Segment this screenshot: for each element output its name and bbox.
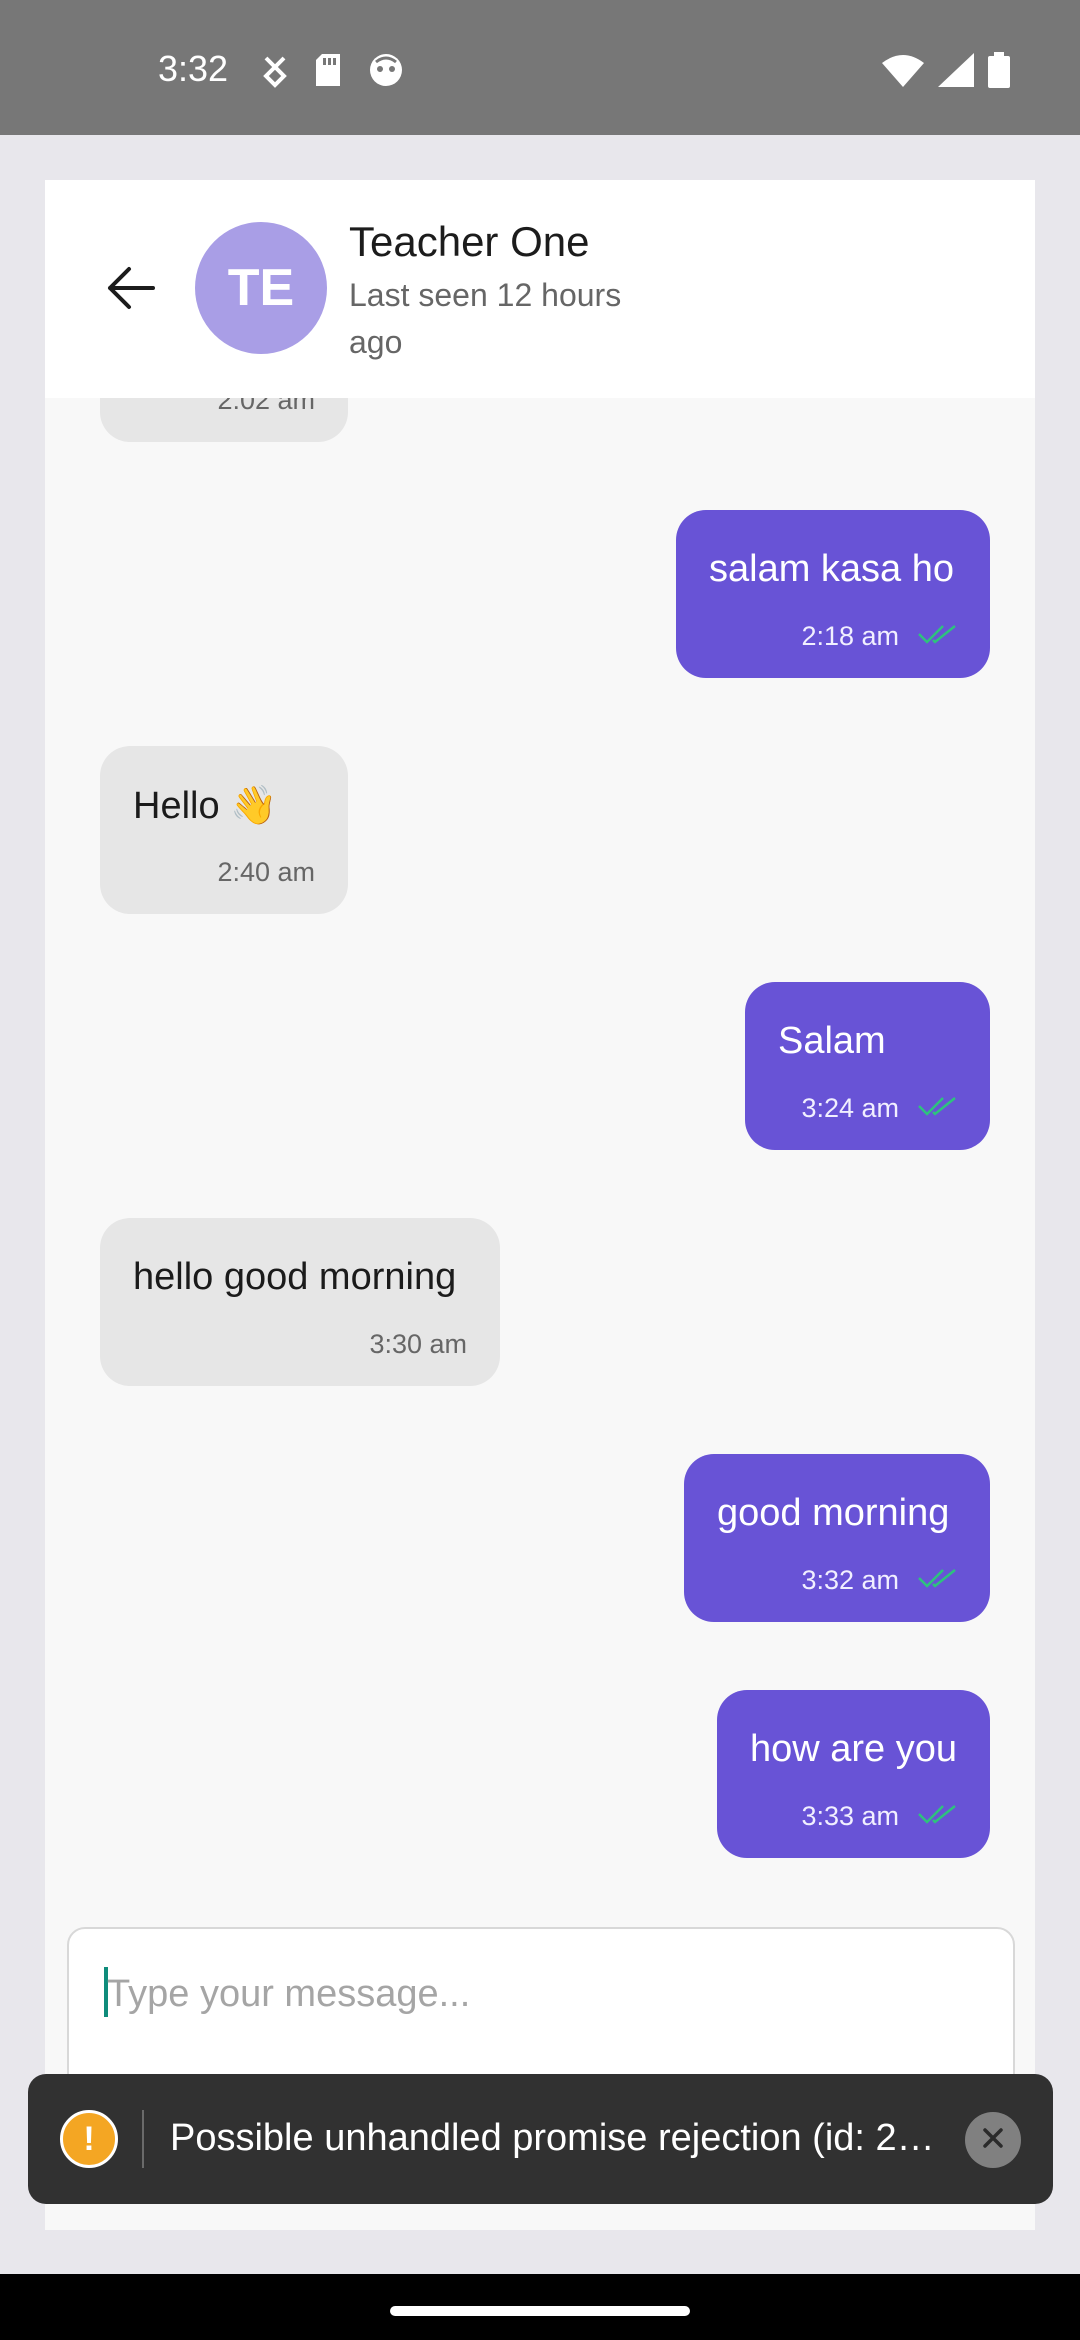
message-list[interactable]: 2:02 am salam kasa ho 2:18 am Hello 👋 2:…: [45, 398, 1035, 1903]
notification-face-icon: [368, 52, 404, 93]
message-bubble-outgoing[interactable]: Salam 3:24 am: [745, 982, 990, 1150]
message-bubble-outgoing[interactable]: good morning 3:32 am: [684, 1454, 990, 1622]
warning-icon: !: [60, 2110, 118, 2168]
message-bubble-outgoing[interactable]: salam kasa ho 2:18 am: [676, 510, 990, 678]
message-text: Salam: [778, 1020, 886, 1062]
message-time: 2:18 am: [801, 621, 899, 651]
message-text: how are you: [750, 1728, 958, 1770]
avatar[interactable]: TE: [195, 222, 327, 354]
message-time: 2:02 am: [217, 398, 315, 415]
toast-message[interactable]: Possible unhandled promise rejection (id…: [170, 2117, 970, 2160]
toast-divider: [142, 2110, 144, 2168]
message-text: salam kasa ho: [709, 548, 955, 590]
back-arrow-icon: [105, 266, 155, 315]
wifi-icon: [882, 53, 924, 92]
chat-screen: TE Teacher One Last seen 12 hours ago 2:…: [45, 180, 1035, 2230]
home-indicator[interactable]: [390, 2306, 690, 2316]
double-check-icon: [917, 1565, 957, 1596]
toast-close-button[interactable]: [965, 2112, 1021, 2168]
double-check-icon: [917, 1093, 957, 1124]
message-text: hello good morning: [133, 1256, 457, 1298]
double-check-icon: [917, 621, 957, 652]
message-text: good morning: [717, 1492, 950, 1534]
chat-header: TE Teacher One Last seen 12 hours ago: [45, 180, 1035, 398]
status-time: 3:32: [158, 48, 229, 89]
message-bubble-incoming[interactable]: hello good morning 3:30 am: [100, 1218, 500, 1386]
message-time: 3:33 am: [801, 1801, 899, 1831]
message-text: Hello 👋: [133, 785, 278, 827]
message-time: 3:30 am: [369, 1329, 467, 1359]
status-bar: 3:32: [0, 0, 1080, 135]
double-check-icon: [917, 1801, 957, 1832]
close-icon: [982, 2127, 1004, 2154]
last-seen-status: Last seen 12 hours ago: [349, 277, 622, 360]
battery-icon: [988, 52, 1010, 93]
message-time: 3:32 am: [801, 1565, 899, 1595]
message-bubble-incoming[interactable]: 2:02 am: [100, 398, 348, 442]
avatar-initials: TE: [227, 259, 295, 317]
error-toast[interactable]: ! Possible unhandled promise rejection (…: [28, 2074, 1053, 2204]
signal-icon: [938, 53, 974, 92]
message-bubble-outgoing[interactable]: how are you 3:33 am: [717, 1690, 990, 1858]
usb-debug-icon: [262, 52, 288, 93]
sd-card-icon: [314, 52, 342, 93]
message-time: 2:40 am: [217, 857, 315, 887]
system-navigation-bar: [0, 2274, 1080, 2340]
contact-name[interactable]: Teacher One: [349, 218, 589, 266]
message-time: 3:24 am: [801, 1093, 899, 1123]
message-bubble-incoming[interactable]: Hello 👋 2:40 am: [100, 746, 348, 914]
back-button[interactable]: [100, 260, 160, 320]
message-input[interactable]: [107, 1959, 967, 2029]
